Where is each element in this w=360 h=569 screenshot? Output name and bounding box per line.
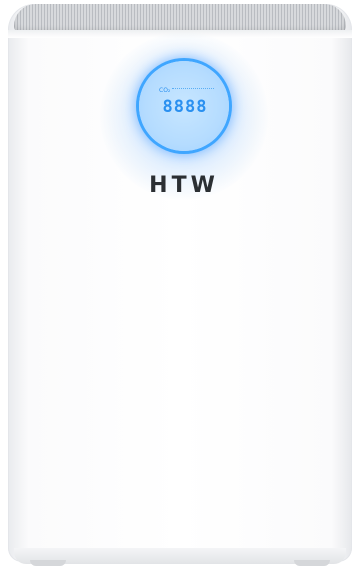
brand-logo: HTW [149, 173, 219, 198]
display-readout: 8888 [162, 97, 208, 117]
product-photo: CO₂ 8888 HTW [0, 0, 360, 569]
display-indicators [172, 88, 214, 93]
display-label: CO₂ [159, 87, 171, 94]
foot-right [294, 560, 330, 566]
foot-left [30, 560, 66, 566]
